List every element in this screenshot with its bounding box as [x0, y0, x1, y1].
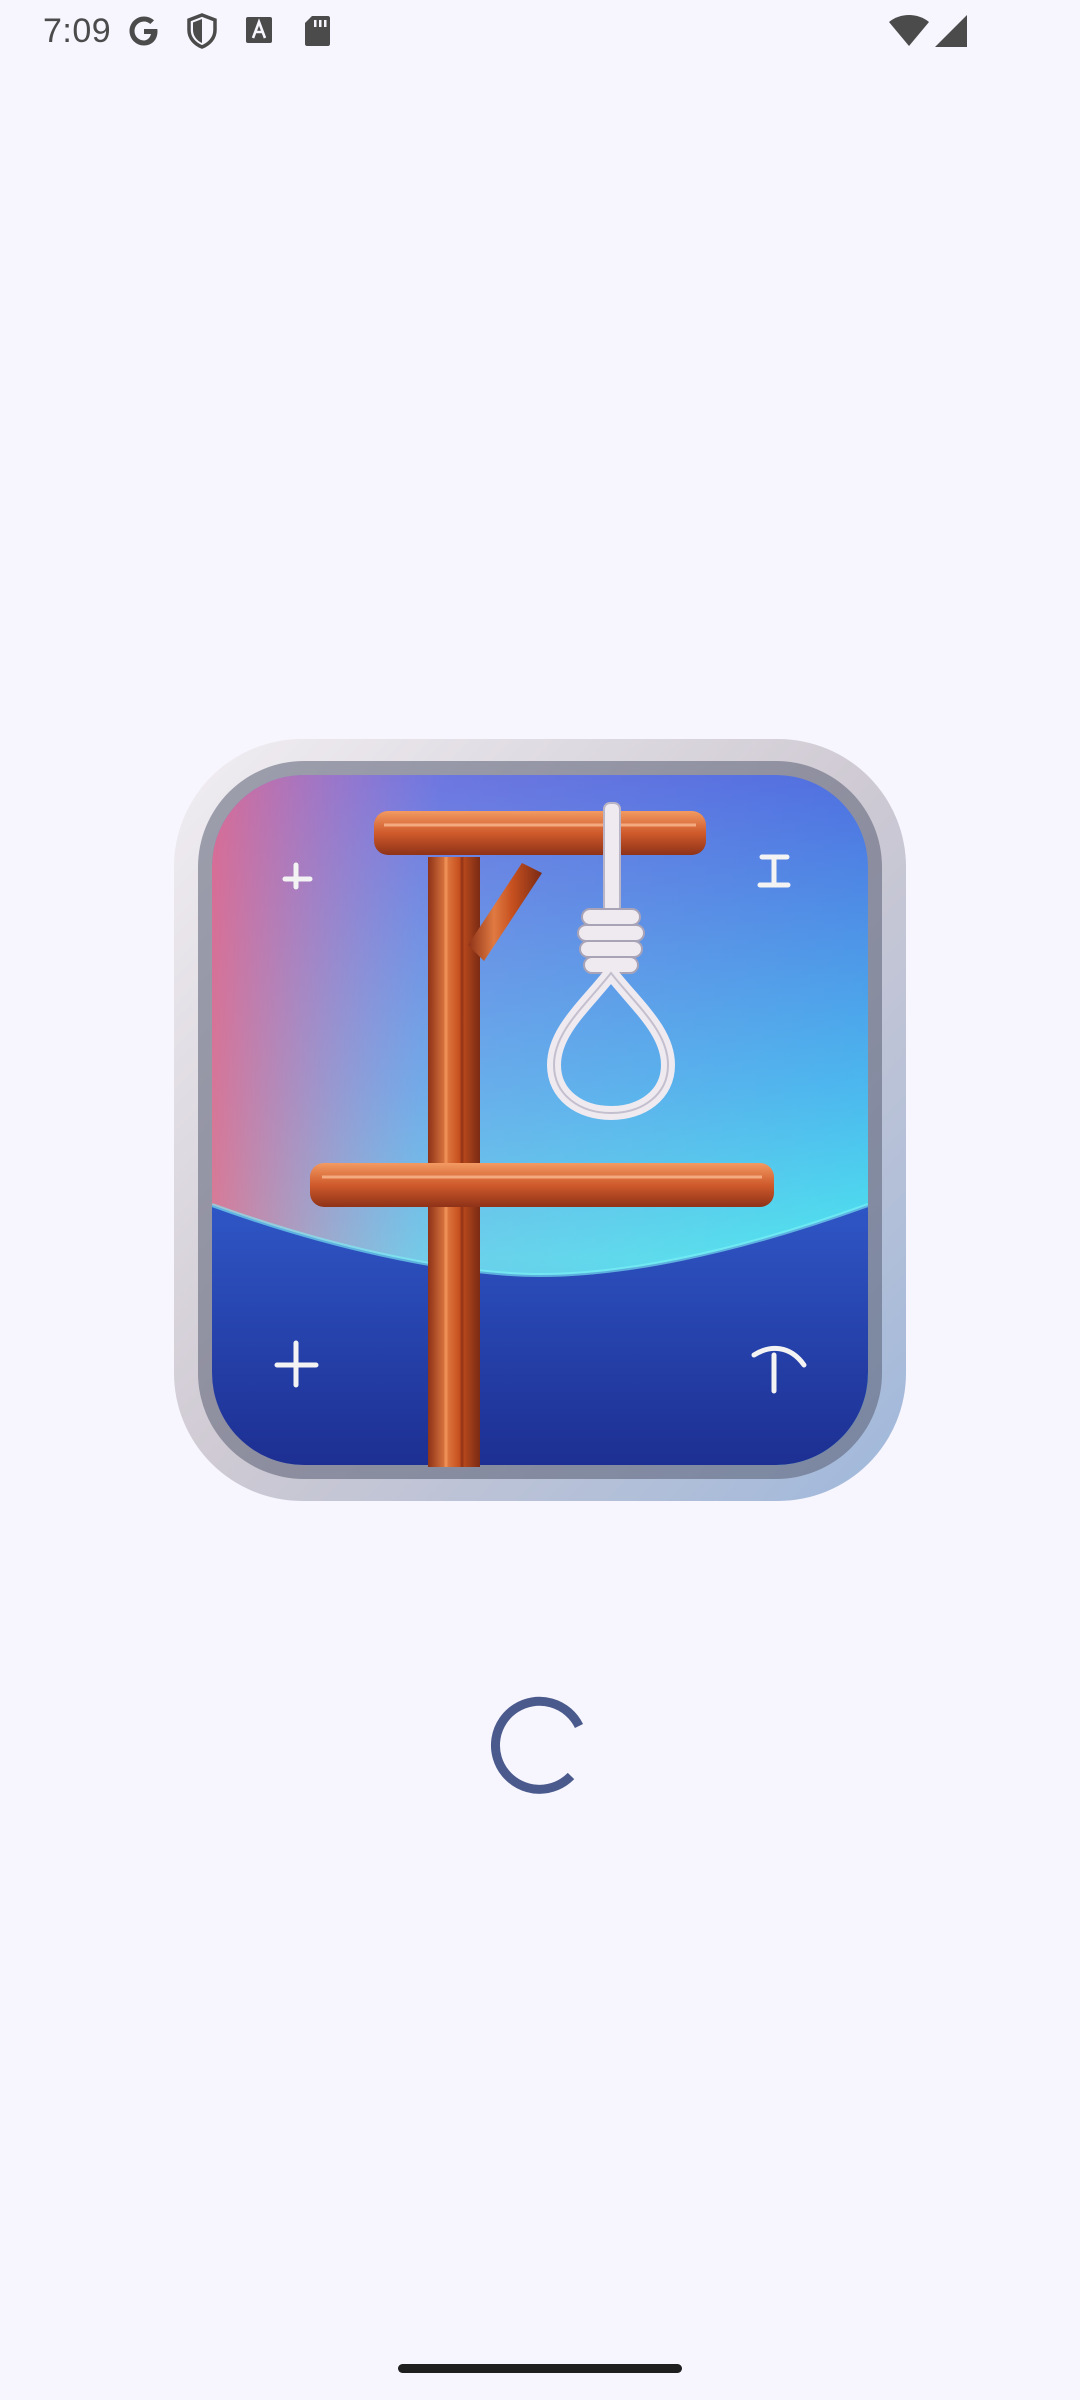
splash-screen: 7:09	[0, 0, 1080, 2400]
google-icon	[129, 16, 158, 46]
cellular-signal-icon	[935, 15, 967, 47]
gesture-navigation-bar[interactable]	[398, 2364, 682, 2373]
wifi-icon	[889, 15, 929, 46]
shield-icon	[187, 13, 217, 49]
gallows-top-beam	[374, 811, 706, 855]
status-bar: 7:09	[0, 0, 1080, 62]
gallows-base-beam	[310, 1163, 774, 1207]
hangman-app-icon	[174, 739, 906, 1501]
loading-spinner	[490, 1696, 584, 1794]
font-a-icon	[246, 17, 272, 43]
sd-card-icon	[305, 16, 330, 46]
status-time: 7:09	[43, 12, 112, 50]
